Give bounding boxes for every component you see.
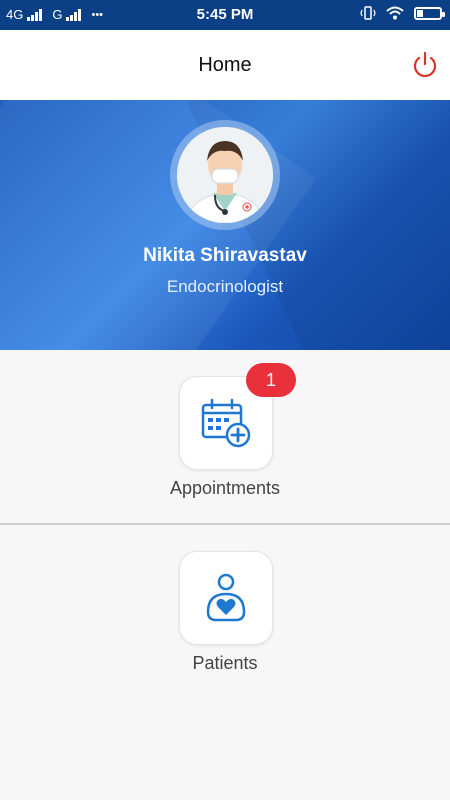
appointments-label[interactable]: Appointments <box>0 478 450 499</box>
doctor-specialty: Endocrinologist <box>166 277 284 296</box>
doctor-name: Nikita Shiravastav <box>143 245 307 266</box>
page-title: Home <box>198 54 252 76</box>
divider <box>0 523 450 525</box>
battery-icon <box>414 6 445 20</box>
calendar-plus-icon <box>201 398 251 448</box>
vibrate-icon <box>360 6 376 20</box>
profile-banner: Nikita Shiravastav Endocrinologist <box>0 100 450 350</box>
doctor-avatar-icon <box>177 127 273 223</box>
appointments-badge: 1 <box>246 363 296 397</box>
status-right <box>360 5 445 21</box>
app-bar: Home <box>0 30 450 101</box>
avatar[interactable] <box>177 127 273 223</box>
power-icon <box>413 51 437 78</box>
wifi-icon <box>386 6 404 20</box>
logout-button[interactable] <box>410 50 440 80</box>
avatar-ring <box>170 120 280 230</box>
person-heart-icon <box>206 573 246 622</box>
patients-label[interactable]: Patients <box>0 653 450 674</box>
status-bar: 4G G ••• 5:45 PM <box>0 0 450 30</box>
patients-tile[interactable] <box>179 551 273 645</box>
